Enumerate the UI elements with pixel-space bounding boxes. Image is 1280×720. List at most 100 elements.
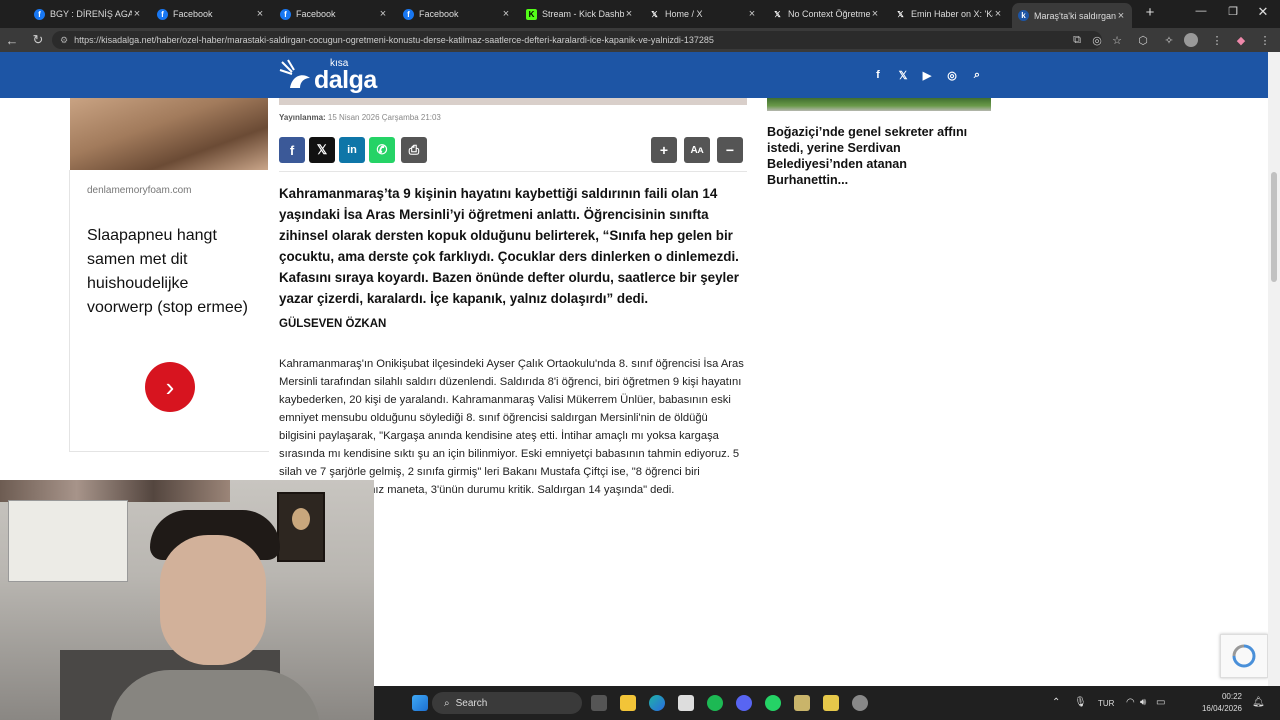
extensions-puzzle-icon[interactable]: ✧ — [1160, 31, 1178, 49]
kisadalga-icon: k — [1018, 10, 1029, 21]
file-explorer-icon[interactable] — [620, 695, 636, 711]
close-tab-icon[interactable]: × — [132, 8, 142, 20]
close-tab-icon[interactable]: × — [747, 8, 757, 20]
browser-tab[interactable]: 𝕏Emin Haber on X: 'Kahr× — [889, 4, 1009, 24]
close-tab-icon[interactable]: × — [870, 8, 880, 20]
close-tab-icon[interactable]: × — [1116, 10, 1126, 22]
article-hero-image — [279, 98, 747, 105]
share-whatsapp-button[interactable]: ✆ — [369, 137, 395, 163]
close-tab-icon[interactable]: × — [624, 8, 634, 20]
browser-tab[interactable]: f Facebook × — [397, 4, 517, 24]
instagram-icon[interactable]: ◎ — [943, 66, 961, 84]
browser-tab[interactable]: fBGY : DİRENİŞ AGAIN 3× — [28, 4, 148, 24]
x-icon[interactable]: 𝕏 — [894, 66, 912, 84]
ad-image[interactable] — [70, 98, 268, 170]
ad-arrow-button[interactable]: › — [145, 362, 195, 412]
decrease-font-button[interactable]: − — [717, 137, 743, 163]
bookmark-star-icon[interactable]: ☆ — [1108, 31, 1126, 49]
taskbar-search[interactable]: ⌕ Search — [432, 692, 582, 714]
increase-font-button[interactable]: + — [651, 137, 677, 163]
profile-avatar[interactable] — [1184, 33, 1198, 47]
font-size-icon: Aᴀ — [690, 144, 704, 156]
app-icon[interactable] — [794, 695, 810, 711]
windows-start-icon[interactable] — [412, 695, 428, 711]
chevron-up-icon[interactable]: ⌃ — [1052, 697, 1060, 708]
chevron-right-icon: › — [165, 371, 175, 402]
facebook-icon: f — [280, 8, 291, 20]
x-icon: 𝕏 — [774, 9, 781, 19]
sidebar-menu-icon[interactable]: ⋮ — [1256, 31, 1274, 49]
article-body: Kahramanmaraş'ın Onikişubat ilçesindeki … — [279, 358, 744, 496]
battery-icon[interactable]: ▭ — [1156, 697, 1165, 708]
maximize-icon[interactable]: ❐ — [1226, 5, 1240, 21]
reload-icon[interactable]: ↻ — [28, 32, 48, 48]
minus-icon: − — [725, 142, 735, 158]
browser-tab[interactable]: f Facebook × — [151, 4, 271, 24]
youtube-icon[interactable]: ▶ — [918, 66, 936, 84]
reset-font-button[interactable]: Aᴀ — [684, 137, 710, 163]
site-info-icon[interactable]: ⚙ — [60, 35, 68, 46]
url-input[interactable]: ⚙ https://kisadalga.net/haber/ozel-haber… — [52, 31, 1102, 49]
search-icon[interactable]: ⌕ — [968, 66, 986, 84]
search-icon: ⌕ — [444, 697, 450, 709]
close-tab-icon[interactable]: × — [378, 8, 388, 20]
site-logo[interactable]: kısa dalga — [278, 56, 388, 94]
browser-tab[interactable]: 𝕏 Home / X × — [643, 4, 763, 24]
close-window-icon[interactable]: ✕ — [1256, 4, 1270, 20]
close-tab-icon[interactable]: × — [255, 8, 265, 20]
browser-tab[interactable]: 𝕏No Context Öğretmenle× — [766, 4, 886, 24]
share-facebook-button[interactable]: f — [279, 137, 305, 163]
share-linkedin-button[interactable]: in — [339, 137, 365, 163]
back-icon[interactable]: ← — [2, 33, 22, 48]
settings-icon[interactable] — [852, 695, 868, 711]
ad-box[interactable]: denlamemoryfoam.com Slaapapneu hangt sam… — [69, 170, 269, 452]
x-icon: 𝕏 — [316, 142, 328, 157]
notification-icon[interactable]: 🔔︎ — [1252, 697, 1265, 708]
menu-icon[interactable]: ⋮ — [1208, 31, 1226, 49]
app-icon[interactable] — [823, 695, 839, 711]
close-tab-icon[interactable]: × — [993, 8, 1003, 20]
print-button[interactable]: ⎙ — [401, 137, 427, 163]
windows-taskbar: ⌕ Search ⌃ 🎙︎ TUR ◠ 🔊︎ ▭ 00:22 16/04/2026… — [374, 686, 1280, 720]
share-x-button[interactable]: 𝕏 — [309, 137, 335, 163]
clock-time[interactable]: 00:22 — [1184, 692, 1242, 701]
facebook-icon[interactable]: f — [869, 66, 887, 84]
volume-icon[interactable]: 🔊︎ — [1140, 697, 1146, 708]
copilot-icon[interactable]: ◆ — [1232, 31, 1250, 49]
minimize-icon[interactable]: — — [1194, 5, 1208, 21]
browser-tab-bar: fBGY : DİRENİŞ AGAIN 3× fFacebook× fFace… — [0, 0, 1280, 28]
spotify-icon[interactable] — [707, 695, 723, 711]
discord-icon[interactable] — [736, 695, 752, 711]
print-icon: ⎙ — [408, 142, 420, 157]
ad-headline[interactable]: Slaapapneu hangt samen met dit huishoude… — [87, 224, 257, 320]
close-tab-icon[interactable]: × — [501, 8, 511, 20]
related-article-title[interactable]: Boğaziçi’nde genel sekreter affını isted… — [767, 124, 991, 188]
browser-tab[interactable]: KStream - Kick Dashboar× — [520, 4, 640, 24]
install-app-icon[interactable]: ⧉ — [1068, 31, 1086, 49]
new-tab-button[interactable]: + — [1142, 5, 1158, 21]
edge-browser-icon[interactable] — [649, 695, 665, 711]
browser-tab[interactable]: f Facebook × — [274, 4, 394, 24]
whatsapp-icon[interactable] — [765, 695, 781, 711]
x-icon: 𝕏 — [651, 9, 658, 19]
page-scrollbar[interactable] — [1268, 52, 1280, 686]
recaptcha-badge[interactable] — [1220, 634, 1268, 678]
logo-wave-icon — [279, 59, 310, 88]
reader-icon[interactable]: ◎ — [1088, 31, 1106, 49]
wifi-icon[interactable]: ◠ — [1126, 697, 1135, 708]
related-article-image[interactable] — [767, 98, 991, 111]
scrollbar-thumb[interactable] — [1271, 172, 1277, 282]
language-indicator[interactable]: TUR — [1098, 699, 1114, 708]
ad-domain[interactable]: denlamemoryfoam.com — [87, 185, 191, 196]
published-date: Yayınlanma: 15 Nisan 2026 Çarşamba 21:03 — [279, 113, 441, 122]
facebook-icon: f — [403, 8, 414, 20]
store-icon[interactable] — [678, 695, 694, 711]
article-summary: Kahramanmaraş’ta 9 kişinin hayatını kayb… — [279, 186, 739, 306]
microphone-icon[interactable]: 🎙︎ — [1074, 697, 1087, 708]
article-author[interactable]: GÜLSEVEN ÖZKAN — [279, 318, 386, 330]
task-view-icon[interactable] — [591, 695, 607, 711]
clock-date[interactable]: 16/04/2026 — [1184, 704, 1242, 713]
whatsapp-icon: ✆ — [376, 142, 388, 157]
extension-icon[interactable]: ⬡ — [1134, 31, 1152, 49]
browser-tab-active[interactable]: kMaraş'ta'ki saldırganın ö× — [1012, 3, 1132, 28]
